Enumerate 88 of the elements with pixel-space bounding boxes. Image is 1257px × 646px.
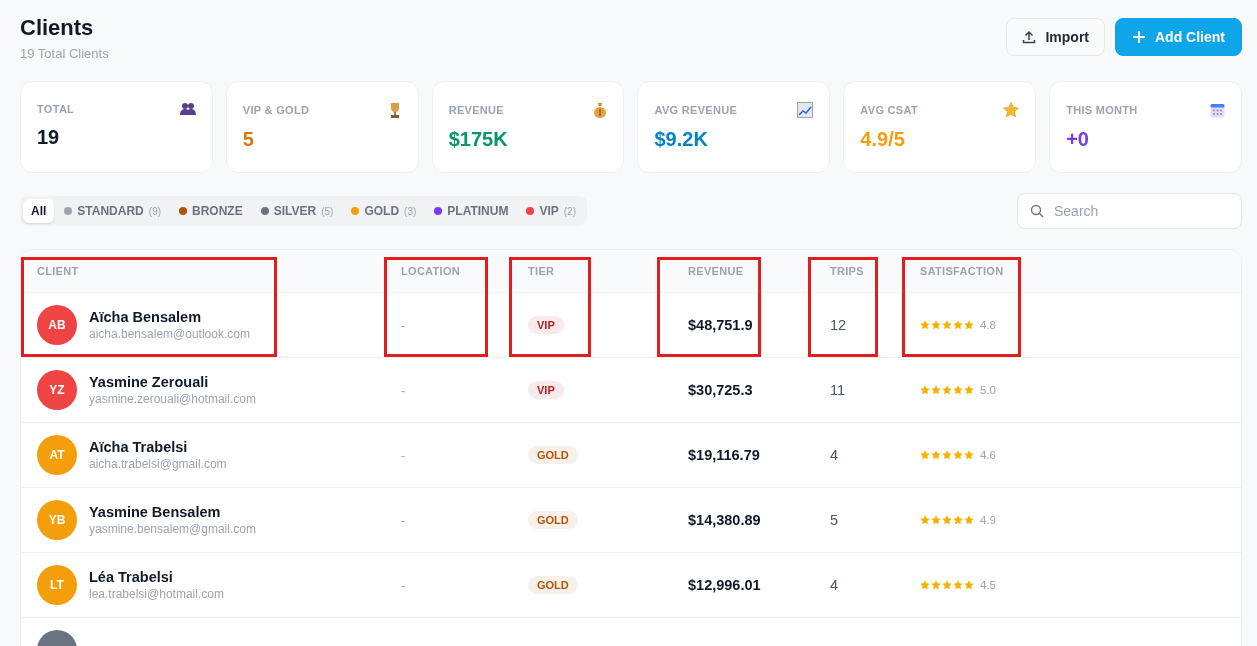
stat-value: 5 [242, 128, 255, 151]
tier-badge: GOLD [528, 576, 578, 594]
stat-label: VIP & GOLD [242, 104, 310, 116]
filter-label: BRONZE [192, 204, 243, 218]
filter-label: All [31, 204, 47, 218]
stat-label: REVENUE [448, 104, 504, 116]
client-email: lea.trabelsi@hotmail.com [89, 587, 224, 601]
stat-value: +0 [1066, 128, 1090, 151]
filter-count: (9) [148, 205, 162, 217]
trips-cell: 4 [830, 447, 839, 463]
avatar: AT [37, 435, 77, 475]
stat-value: $175K [448, 128, 509, 151]
page-title: Clients [20, 14, 95, 42]
rating-value: 4.9 [980, 514, 996, 526]
search-field[interactable]: Search [1017, 193, 1242, 229]
tier-badge: VIP [528, 316, 564, 334]
avatar: YZ [37, 370, 77, 410]
trips-cell: 5 [830, 512, 839, 528]
client-name: Yasmine Zerouali [89, 374, 210, 390]
client-count: 19 Total Clients [20, 46, 109, 61]
client-name: Aïcha Bensalem [89, 309, 203, 325]
filter-label: SILVER [273, 204, 317, 218]
filter-tab[interactable]: BRONZE [171, 199, 251, 223]
trips-cell: 4 [830, 577, 839, 593]
filter-tab[interactable]: VIP (2) [518, 199, 584, 223]
filter-label: VIP [539, 204, 559, 218]
client-name: Yasmine Bensalem [89, 504, 222, 520]
stat-label: THIS MONTH [1066, 104, 1138, 116]
filter-count: (2) [563, 205, 576, 217]
revenue-cell: $30,725.3 [688, 382, 753, 398]
star-icon [1003, 102, 1020, 118]
column-header: REVENUE [688, 265, 744, 277]
trips-cell: 12 [830, 317, 847, 333]
column-header: TIER [528, 265, 555, 277]
avatar: LT [37, 565, 77, 605]
stat-value: $9.2K [654, 128, 709, 151]
rating-value: 4.8 [980, 319, 996, 331]
filter-label: PLATINUM [447, 204, 509, 218]
filter-count: (3) [404, 205, 417, 217]
revenue-cell: $19,116.79 [688, 447, 760, 463]
filter-tab[interactable]: GOLD (3) [343, 199, 425, 223]
tier-badge: GOLD [528, 511, 578, 529]
revenue-cell: $48,751.9 [688, 317, 753, 333]
location-cell: - [401, 512, 406, 528]
client-email: yasmine.bensalem@gmail.com [89, 522, 256, 536]
client-email: aicha.bensalem@outlook.com [89, 327, 250, 341]
location-cell: - [401, 577, 406, 593]
filter-tab[interactable]: SILVER (5) [252, 199, 342, 223]
people-icon [179, 102, 196, 116]
avatar: AB [37, 305, 77, 345]
calendar-icon [1210, 102, 1225, 118]
rating-value: 4.5 [980, 579, 996, 591]
avatar: YB [37, 500, 77, 540]
location-cell: - [401, 317, 406, 333]
money-bag-icon [593, 102, 608, 118]
column-header: LOCATION [401, 265, 461, 277]
filter-tab[interactable]: STANDARD (9) [56, 199, 170, 223]
filter-count: (5) [321, 205, 334, 217]
client-name: Léa Trabelsi [89, 569, 174, 585]
upload-icon [1022, 30, 1037, 44]
stat-label: AVG REVENUE [654, 104, 738, 116]
filter-label: GOLD [364, 204, 400, 218]
add-client-button[interactable]: Add Client [1115, 18, 1242, 56]
import-button[interactable]: Import [1006, 18, 1105, 56]
revenue-cell: $14,380.89 [688, 512, 761, 528]
stat-label: TOTAL [37, 103, 75, 115]
trips-cell: 11 [830, 382, 846, 398]
client-email: aicha.trabelsi@gmail.com [89, 457, 227, 471]
client-email: yasmine.zerouali@hotmail.com [89, 392, 256, 406]
column-header: CLIENT [37, 265, 79, 277]
plus-icon [1132, 30, 1146, 44]
revenue-cell: $12,996.01 [688, 577, 761, 593]
client-name: Aïcha Trabelsi [89, 439, 189, 455]
filter-tab[interactable]: All [23, 199, 55, 223]
location-cell: - [401, 447, 406, 463]
stat-label: AVG CSAT [860, 104, 918, 116]
stat-value: 19 [37, 126, 61, 149]
stat-value: 4.9/5 [860, 128, 906, 151]
line-chart-icon [797, 102, 814, 118]
filter-label: STANDARD [77, 204, 144, 218]
rating-value: 5.0 [980, 384, 996, 396]
column-header: SATISFACTION [920, 265, 1004, 277]
filter-tab[interactable]: PLATINUM [426, 199, 517, 223]
location-cell: - [401, 382, 406, 398]
rating-value: 4.6 [980, 449, 996, 461]
tier-badge: GOLD [528, 446, 578, 464]
tier-badge: VIP [528, 381, 564, 399]
column-header: TRIPS [830, 265, 864, 277]
